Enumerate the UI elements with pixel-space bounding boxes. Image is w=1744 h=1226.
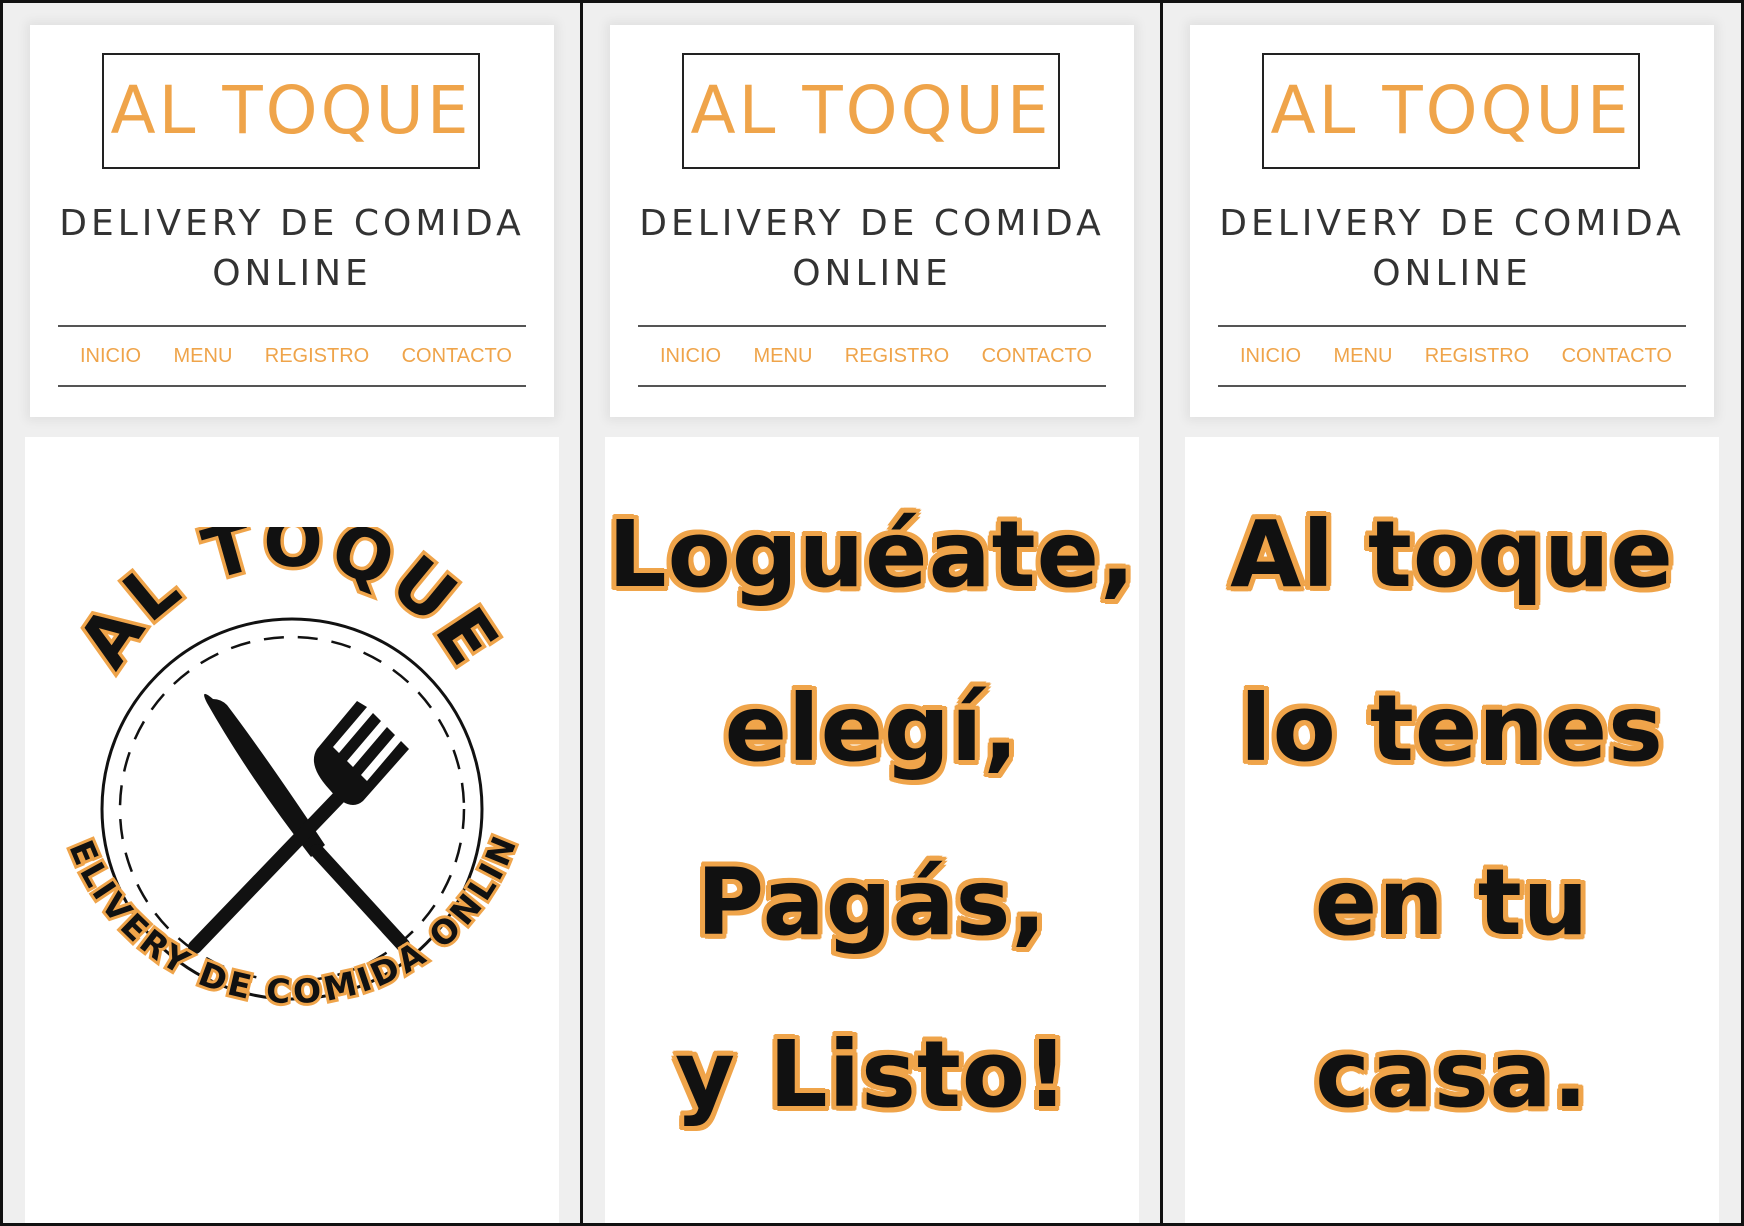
site-tagline: DELIVERY DE COMIDA ONLINE xyxy=(610,199,1134,299)
tagline-line-2: ONLINE xyxy=(792,253,952,294)
nav-menu[interactable]: MENU xyxy=(1334,345,1393,368)
nav-contacto[interactable]: CONTACTO xyxy=(1562,345,1672,368)
site-tagline: DELIVERY DE COMIDA ONLINE xyxy=(30,199,554,299)
screen-panel-3: AL TOQUE DELIVERY DE COMIDA ONLINE INICI… xyxy=(1160,0,1744,1226)
nav-contacto[interactable]: CONTACTO xyxy=(402,345,512,368)
main-nav: INICIO MENU REGISTRO CONTACTO xyxy=(58,325,526,387)
site-header: AL TOQUE DELIVERY DE COMIDA ONLINE INICI… xyxy=(610,25,1134,417)
content-card-1: AL TOQUE DELIVERY DE COMIDA ONLINE xyxy=(25,437,559,1223)
slogan-line-4: casa. xyxy=(1315,1021,1589,1128)
slogan-line-3: en tu xyxy=(1314,849,1590,956)
screen-panel-1: AL TOQUE DELIVERY DE COMIDA ONLINE INICI… xyxy=(0,0,580,1226)
site-header: AL TOQUE DELIVERY DE COMIDA ONLINE INICI… xyxy=(30,25,554,417)
tagline-line-1: DELIVERY DE COMIDA xyxy=(59,203,525,244)
site-logo[interactable]: AL TOQUE xyxy=(102,53,480,169)
nav-registro[interactable]: REGISTRO xyxy=(265,345,369,368)
nav-menu[interactable]: MENU xyxy=(174,345,233,368)
slogan-line-4: y Listo! xyxy=(674,1021,1070,1128)
main-nav: INICIO MENU REGISTRO CONTACTO xyxy=(1218,325,1686,387)
content-card-3: Al toque lo tenes en tu casa. xyxy=(1185,437,1719,1223)
slogan-line-1: Loguéate, xyxy=(608,501,1136,608)
tagline-line-2: ONLINE xyxy=(1372,253,1532,294)
nav-menu[interactable]: MENU xyxy=(754,345,813,368)
slogan-line-2: lo tenes xyxy=(1240,675,1664,782)
logo-text: AL TOQUE xyxy=(110,72,472,149)
site-tagline: DELIVERY DE COMIDA ONLINE xyxy=(1190,199,1714,299)
site-header: AL TOQUE DELIVERY DE COMIDA ONLINE INICI… xyxy=(1190,25,1714,417)
site-logo[interactable]: AL TOQUE xyxy=(1262,53,1640,169)
slogan-line-1: Al toque xyxy=(1230,501,1674,608)
slogan-line-3: Pagás, xyxy=(696,849,1048,956)
slogan-line-2: elegí, xyxy=(724,675,1020,782)
triptych-frame: AL TOQUE DELIVERY DE COMIDA ONLINE INICI… xyxy=(0,0,1744,1226)
al-toque-emblem: AL TOQUE DELIVERY DE COMIDA ONLINE xyxy=(49,527,526,1014)
nav-inicio[interactable]: INICIO xyxy=(80,345,141,368)
nav-registro[interactable]: REGISTRO xyxy=(845,345,949,368)
logo-text: AL TOQUE xyxy=(1270,72,1632,149)
site-logo[interactable]: AL TOQUE xyxy=(682,53,1060,169)
screen-panel-2: AL TOQUE DELIVERY DE COMIDA ONLINE INICI… xyxy=(580,0,1160,1226)
nav-contacto[interactable]: CONTACTO xyxy=(982,345,1092,368)
nav-inicio[interactable]: INICIO xyxy=(1240,345,1301,368)
tagline-line-1: DELIVERY DE COMIDA xyxy=(1219,203,1685,244)
main-nav: INICIO MENU REGISTRO CONTACTO xyxy=(638,325,1106,387)
nav-registro[interactable]: REGISTRO xyxy=(1425,345,1529,368)
tagline-line-2: ONLINE xyxy=(212,253,372,294)
logo-text: AL TOQUE xyxy=(690,72,1052,149)
nav-inicio[interactable]: INICIO xyxy=(660,345,721,368)
content-card-2: Loguéate, elegí, Pagás, y Listo! xyxy=(605,437,1139,1223)
tagline-line-1: DELIVERY DE COMIDA xyxy=(639,203,1105,244)
